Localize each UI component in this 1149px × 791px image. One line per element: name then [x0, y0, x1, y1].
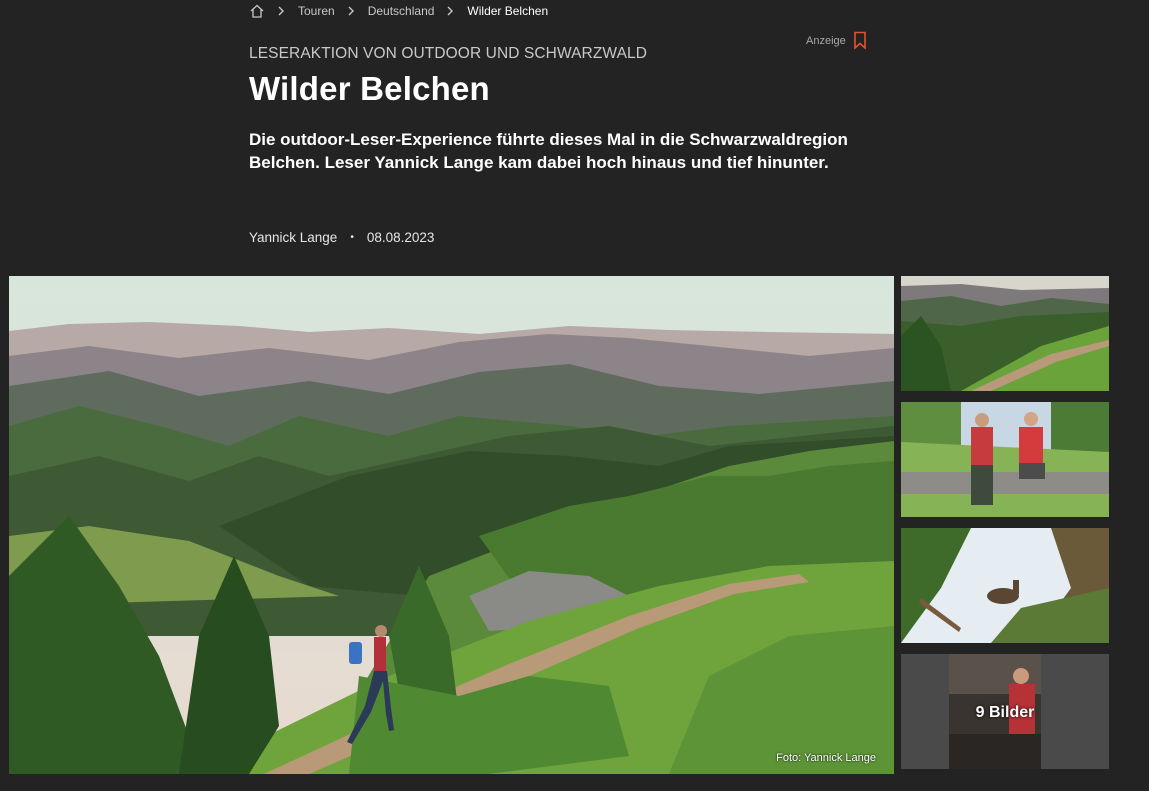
chevron-right-icon [348, 6, 354, 16]
article-meta: Yannick Lange • 08.08.2023 [249, 230, 434, 245]
breadcrumb: Touren Deutschland Wilder Belchen [249, 2, 548, 20]
gallery-more-button[interactable]: 9 Bilder [901, 654, 1109, 769]
gallery-thumbnail-2[interactable] [901, 402, 1109, 517]
home-icon[interactable] [249, 3, 265, 19]
meta-separator: • [350, 232, 354, 243]
publish-date: 08.08.2023 [366, 230, 435, 245]
ad-label[interactable]: Anzeige [806, 31, 867, 50]
gallery-thumbnail-1[interactable] [901, 276, 1109, 391]
page-title: Wilder Belchen [249, 70, 490, 107]
article-kicker: LESERAKTION VON OUTDOOR UND SCHWARZWALD [249, 45, 648, 62]
gallery-count-label: 9 Bilder [975, 704, 1035, 721]
chevron-right-icon [447, 6, 454, 16]
bookmark-icon[interactable] [853, 31, 867, 50]
gallery-thumbnail-3[interactable] [901, 528, 1109, 643]
article-lead: Die outdoor-Leser-Experience führte dies… [249, 130, 848, 172]
ad-text: Anzeige [806, 34, 846, 47]
breadcrumb-touren[interactable]: Touren [298, 4, 335, 18]
hero-image[interactable]: Foto: Yannick Lange [9, 276, 894, 774]
breadcrumb-current: Wilder Belchen [467, 4, 549, 18]
chevron-right-icon [278, 6, 284, 16]
photo-credit: Foto: Yannick Lange [776, 752, 876, 764]
breadcrumb-deutschland[interactable]: Deutschland [368, 4, 435, 18]
author-name[interactable]: Yannick Lange [249, 230, 337, 245]
